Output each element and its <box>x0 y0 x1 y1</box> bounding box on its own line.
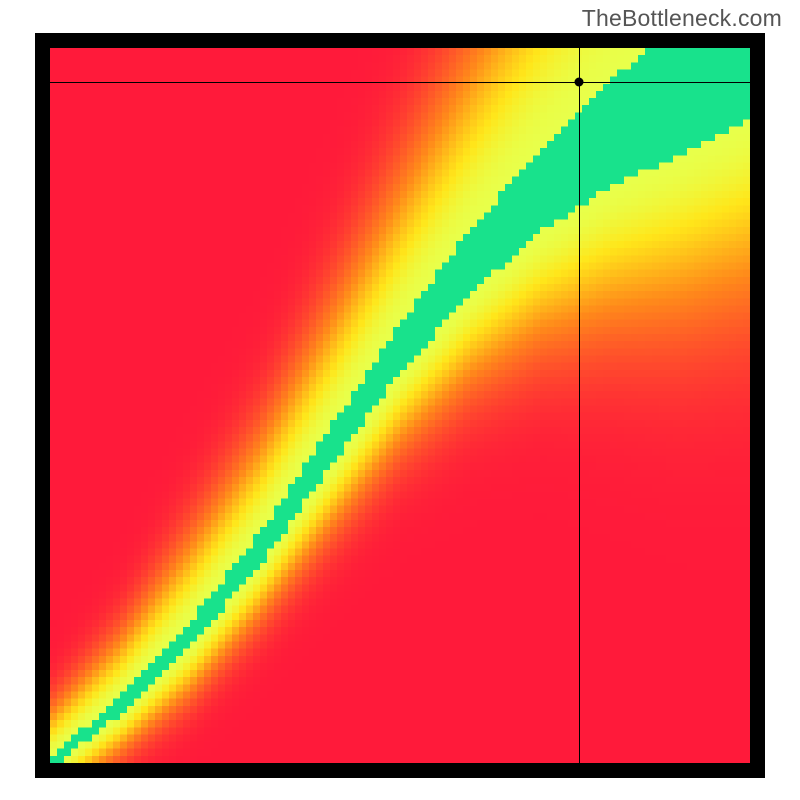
plot-area <box>50 48 750 763</box>
heatmap-canvas <box>50 48 750 763</box>
plot-frame <box>35 33 765 778</box>
crosshair-marker <box>574 78 583 87</box>
watermark-text: TheBottleneck.com <box>582 5 782 32</box>
crosshair-vertical <box>579 48 580 763</box>
crosshair-horizontal <box>50 82 750 83</box>
